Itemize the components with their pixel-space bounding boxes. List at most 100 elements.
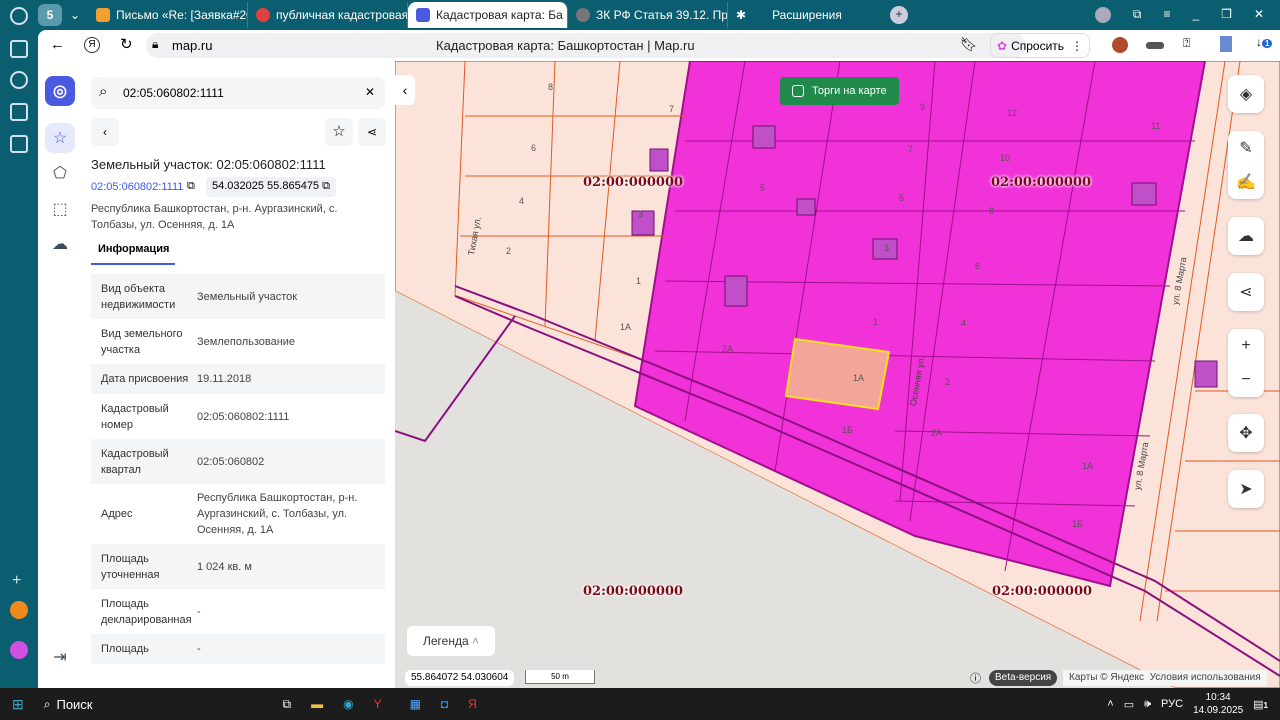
bookmark-icon[interactable]: 🔖︎ [960, 36, 978, 53]
yandex-icon[interactable]: Я [468, 697, 477, 711]
parcel-number: 8 [548, 82, 554, 92]
favorite-button[interactable]: ☆ [325, 118, 353, 146]
search-input[interactable]: ⌕ 02:05:060802:1111 ✕ [91, 77, 385, 109]
tab-label: ЗК РФ Статья 39.12. Про [596, 8, 728, 22]
tab-search[interactable]: публичная кадастровая [248, 2, 408, 28]
scale-bar: 50 m [525, 670, 595, 684]
yandex-home-icon[interactable]: Я [84, 37, 100, 53]
field-value: Земельный участок [197, 290, 298, 303]
ruler-icon[interactable]: ✎ [1239, 138, 1252, 158]
more-icon[interactable]: ⋮ [1071, 39, 1089, 53]
ask-button[interactable]: ✿ Спросить ⋮ [990, 33, 1090, 58]
windows-start-icon[interactable]: ⊞ [12, 696, 24, 713]
minimize-icon[interactable]: _ [1192, 7, 1199, 23]
tab-extensions[interactable]: ✱ Расширения [728, 2, 888, 28]
explorer-icon[interactable]: ▬ [311, 697, 323, 711]
app-orange-icon[interactable] [10, 601, 28, 619]
collapse-panel-button[interactable]: ‹ [395, 75, 415, 105]
tab-group-chevron-icon[interactable]: ⌄ [62, 8, 88, 22]
extension-icon[interactable] [1112, 37, 1128, 53]
tab-law[interactable]: ЗК РФ Статья 39.12. Про [568, 2, 728, 28]
auction-toggle[interactable]: Торги на карте [780, 77, 899, 105]
cloud-icon[interactable]: ☁ [45, 229, 75, 259]
tab-mail[interactable]: Письмо «Re: [Заявка#202 [88, 2, 248, 28]
language-indicator[interactable]: РУС [1161, 698, 1183, 710]
pan-button[interactable]: ✥ [1228, 414, 1264, 452]
edit-icon[interactable]: ✍ [1236, 172, 1256, 192]
login-icon[interactable]: ⇥ [45, 642, 75, 672]
reload-icon[interactable]: ↻ [120, 35, 133, 53]
close-window-icon[interactable]: ✕ [1254, 7, 1264, 23]
yandex-browser-icon[interactable]: Y [374, 697, 382, 711]
copyright[interactable]: Карты © Яндекс [1069, 672, 1144, 683]
terms-link[interactable]: Условия использования [1150, 672, 1261, 683]
parcel-number: 2А [722, 344, 734, 354]
parcel-number: 6 [975, 261, 981, 271]
restore-icon[interactable]: ❐ [1221, 7, 1232, 23]
copy-icon[interactable]: ⧉ [187, 180, 195, 193]
map-layer [395, 61, 1280, 688]
parcel-number: 2 [506, 246, 512, 256]
outlook-icon[interactable]: ◘ [441, 697, 448, 711]
favorites-icon[interactable]: ☆ [45, 123, 75, 153]
parcel-number: 3 [638, 209, 644, 219]
tab-information[interactable]: Информация [91, 235, 175, 265]
layers-button[interactable]: ◈ [1228, 75, 1264, 113]
legend-label: Легенда [423, 634, 469, 648]
zoom-in-button[interactable]: + [1241, 337, 1250, 355]
app-icon[interactable] [10, 103, 28, 121]
info-icon[interactable]: ⓘ [970, 670, 981, 686]
coords-chip[interactable]: 54.032025 55.865475 ⧉ [206, 177, 336, 197]
back-button[interactable]: ‹ [91, 118, 119, 146]
locate-button[interactable]: ➤ [1228, 470, 1264, 508]
network-icon[interactable]: ▭ [1124, 698, 1134, 711]
object-address: Республика Башкортостан, р-н. Аургазинск… [91, 203, 338, 231]
auction-label: Торги на карте [812, 85, 887, 97]
mapru-logo[interactable]: ◎ [45, 76, 75, 106]
bookmarks-icon[interactable]: ⧉ [1133, 7, 1142, 23]
collections-icon[interactable] [10, 40, 28, 58]
profile-avatar[interactable] [1094, 7, 1111, 23]
play-icon[interactable] [10, 71, 28, 89]
extension-icon[interactable]: ⍰ [1183, 36, 1190, 51]
upload-button[interactable]: ☁ [1228, 217, 1264, 255]
volume-icon[interactable]: 🕪︎ [1144, 698, 1151, 711]
edge-icon[interactable]: ◉ [343, 697, 353, 711]
field-label: Адрес [101, 508, 133, 520]
zoom-out-button[interactable]: − [1241, 371, 1250, 389]
clear-icon[interactable]: ✕ [365, 85, 375, 99]
taskbar-search[interactable]: Поиск [56, 697, 92, 712]
field-value: Республика Башкортостан, р-н. Аургазинск… [197, 492, 358, 536]
new-tab-button[interactable]: + [890, 6, 908, 24]
alice-icon[interactable] [10, 641, 28, 659]
notifications-icon[interactable]: ▤1 [1253, 698, 1268, 711]
extension-icon[interactable] [1146, 42, 1164, 49]
share-button[interactable]: ⋖ [358, 118, 386, 146]
location-arrow-icon: ➤ [1239, 481, 1253, 498]
tab-cadastral-map[interactable]: Кадастровая карта: Ба✕ [408, 2, 568, 28]
tab-group-counter[interactable]: 5 [38, 4, 62, 26]
menu-icon[interactable]: ≡ [1163, 7, 1170, 23]
polygon-icon[interactable]: ⬠ [45, 158, 75, 188]
extension-icon[interactable] [1220, 36, 1232, 52]
tray-chevron-icon[interactable]: ˄ [1107, 698, 1113, 710]
parcel-number: 8 [989, 206, 995, 216]
url-field[interactable]: 🔒︎ map.ru Кадастровая карта: Башкортоста… [146, 33, 1026, 58]
cadastral-number-link[interactable]: 02:05:060802:1111 [91, 181, 183, 193]
selected-parcel[interactable] [784, 337, 891, 411]
history-icon[interactable] [10, 7, 28, 25]
store-icon[interactable]: ▦ [410, 697, 421, 711]
share-map-button[interactable]: ⋖ [1228, 273, 1264, 311]
field-value: 1 024 кв. м [197, 560, 252, 573]
object-title: Земельный участок: 02:05:060802:1111 [91, 157, 326, 172]
add-icon[interactable]: + [12, 572, 21, 590]
select-area-icon[interactable]: ⬚ [45, 194, 75, 224]
map-canvas[interactable]: Торги на карте 02:00:000000 02:00:000000… [395, 61, 1280, 688]
clock[interactable]: 10:34 14.09.2025 [1193, 691, 1243, 717]
task-view-icon[interactable]: ⧉ [283, 697, 292, 712]
screenshot-icon[interactable] [10, 135, 28, 153]
copy-icon[interactable]: ⧉ [322, 180, 330, 192]
downloads-icon[interactable]: ↓ 1 [1256, 35, 1273, 49]
back-icon[interactable]: ← [50, 36, 65, 53]
legend-button[interactable]: Легенда ˄ [407, 626, 495, 656]
